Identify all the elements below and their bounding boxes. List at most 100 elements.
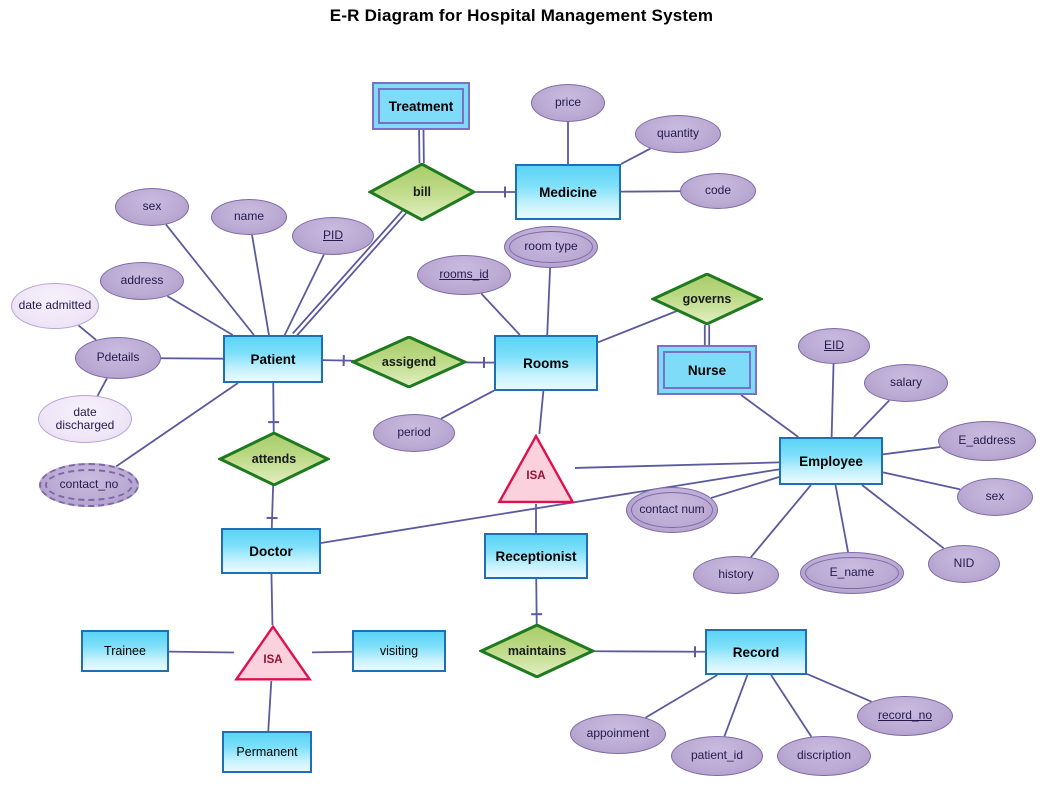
edge-quantity-medicine (620, 147, 651, 165)
edge-sex-employee-employee (882, 471, 961, 491)
attribute-label: address (120, 273, 164, 288)
entity-record[interactable]: Record (705, 629, 807, 675)
entity-patient[interactable]: Patient (223, 335, 323, 383)
attribute-label: room type (524, 239, 578, 254)
entity-doctor[interactable]: Doctor (221, 528, 321, 574)
relationship-governs[interactable]: governs (651, 273, 763, 325)
entity-treatment[interactable]: Treatment (372, 82, 470, 130)
attribute-label: PID (322, 228, 343, 243)
entity-medicine[interactable]: Medicine (515, 164, 621, 220)
edge-appoinment-record (645, 674, 718, 719)
entity-receptionist[interactable]: Receptionist (484, 533, 588, 579)
edge-eid-employee (830, 363, 835, 438)
attribute-date-discharged[interactable]: date discharged (38, 395, 132, 443)
attribute-label: quantity (656, 126, 700, 141)
edge-visiting-isa-doctor (311, 650, 353, 654)
edge-isa-receptionist-employee (574, 461, 780, 469)
attribute-sex-patient[interactable]: sex (115, 188, 189, 226)
isa-doctor[interactable]: ISA (234, 625, 312, 681)
isa-receptionist[interactable]: ISA (497, 434, 575, 504)
entity-permanent[interactable]: Permanent (222, 731, 312, 773)
outer-ellipse-ring: room type (509, 231, 593, 263)
edge-contact-num-employee (710, 476, 780, 499)
entity-trainee[interactable]: Trainee (81, 630, 169, 672)
attribute-label: EID (823, 338, 844, 353)
attribute-e-name[interactable]: E_name (800, 552, 904, 594)
entity-label: Trainee (104, 644, 146, 658)
attribute-sex-employee[interactable]: sex (957, 478, 1033, 516)
attribute-room-type[interactable]: room type (504, 226, 598, 268)
entity-rooms[interactable]: Rooms (494, 335, 598, 391)
attribute-nid[interactable]: NID (928, 545, 1000, 583)
attribute-label: sex (985, 489, 1005, 504)
attribute-label: appoinment (586, 726, 650, 741)
entity-employee[interactable]: Employee (779, 437, 883, 485)
entity-visiting[interactable]: visiting (352, 630, 446, 672)
attribute-record-no[interactable]: record_no (857, 696, 953, 736)
attribute-name[interactable]: name (211, 199, 287, 235)
attribute-label: patient_id (690, 748, 744, 763)
entity-nurse[interactable]: Nurse (657, 345, 757, 395)
attribute-label: contact_no (59, 477, 119, 492)
attribute-e-address[interactable]: E_address (938, 421, 1036, 461)
attribute-salary[interactable]: salary (864, 364, 948, 402)
attribute-label: code (704, 183, 732, 198)
triangle-shape (497, 434, 575, 504)
attribute-patient-id[interactable]: patient_id (671, 736, 763, 776)
edge-period-rooms (440, 389, 495, 420)
attribute-label: E_address (958, 433, 1016, 448)
edge-permanent-isa-doctor (267, 680, 273, 732)
attribute-eid[interactable]: EID (798, 328, 870, 364)
attribute-contact-no[interactable]: contact_no (39, 463, 139, 507)
edge-isa-receptionist-rooms (538, 390, 545, 435)
attribute-discription[interactable]: discription (777, 736, 871, 776)
edge-name-patient (251, 234, 270, 336)
entity-label: Receptionist (495, 548, 577, 564)
attribute-history[interactable]: history (693, 556, 779, 594)
relationship-assigend[interactable]: assigend (351, 336, 467, 388)
edge-e-name-employee (834, 484, 849, 553)
entity-label: Nurse (687, 362, 727, 378)
attribute-date-admitted[interactable]: date admitted (11, 283, 99, 329)
attribute-appoinment[interactable]: appoinment (570, 714, 666, 754)
attribute-label: date discharged (55, 404, 115, 432)
attribute-label: period (397, 425, 431, 440)
attribute-pid[interactable]: PID (292, 217, 374, 255)
attribute-label: salary (889, 375, 922, 390)
edge-nurse-employee (740, 394, 799, 438)
edge-history-employee (750, 484, 812, 558)
entity-label: Record (732, 644, 780, 660)
attribute-label: name (233, 209, 265, 224)
edge-patient-id-record (723, 674, 749, 737)
edge-doctor-isa-doctor (270, 573, 274, 626)
relationship-bill[interactable]: bill (368, 163, 476, 221)
attribute-address[interactable]: address (100, 262, 184, 300)
attribute-code[interactable]: code (680, 173, 756, 209)
attribute-rooms-id[interactable]: rooms_id (417, 255, 511, 295)
outer-ellipse-ring: E_name (805, 557, 899, 589)
relationship-label: bill (412, 185, 432, 199)
edge-pid-patient (283, 254, 325, 336)
relationship-label: maintains (507, 644, 567, 658)
triangle-shape (234, 625, 312, 681)
edge-discription-record (770, 674, 813, 738)
attribute-pdetails[interactable]: Pdetails (75, 337, 161, 379)
outer-ellipse-ring: contact num (631, 492, 713, 528)
attribute-period[interactable]: period (373, 414, 455, 452)
entity-label: Doctor (249, 543, 293, 559)
edge-address-patient (166, 295, 234, 336)
relationship-maintains[interactable]: maintains (479, 624, 595, 678)
relationship-attends[interactable]: attends (218, 432, 330, 486)
isa-label: ISA (263, 654, 283, 666)
attribute-contact-num[interactable]: contact num (626, 487, 718, 533)
attribute-label: date admitted (18, 298, 92, 313)
entity-label: visiting (379, 644, 419, 658)
attribute-label: contact num (639, 502, 705, 517)
attribute-label: history (718, 567, 754, 582)
attribute-price[interactable]: price (531, 84, 605, 122)
attribute-quantity[interactable]: quantity (635, 115, 721, 153)
edge-e-address-employee (882, 446, 941, 456)
attribute-label: price (554, 95, 581, 110)
entity-label: Rooms (523, 355, 569, 371)
attribute-label: E_name (829, 565, 875, 580)
